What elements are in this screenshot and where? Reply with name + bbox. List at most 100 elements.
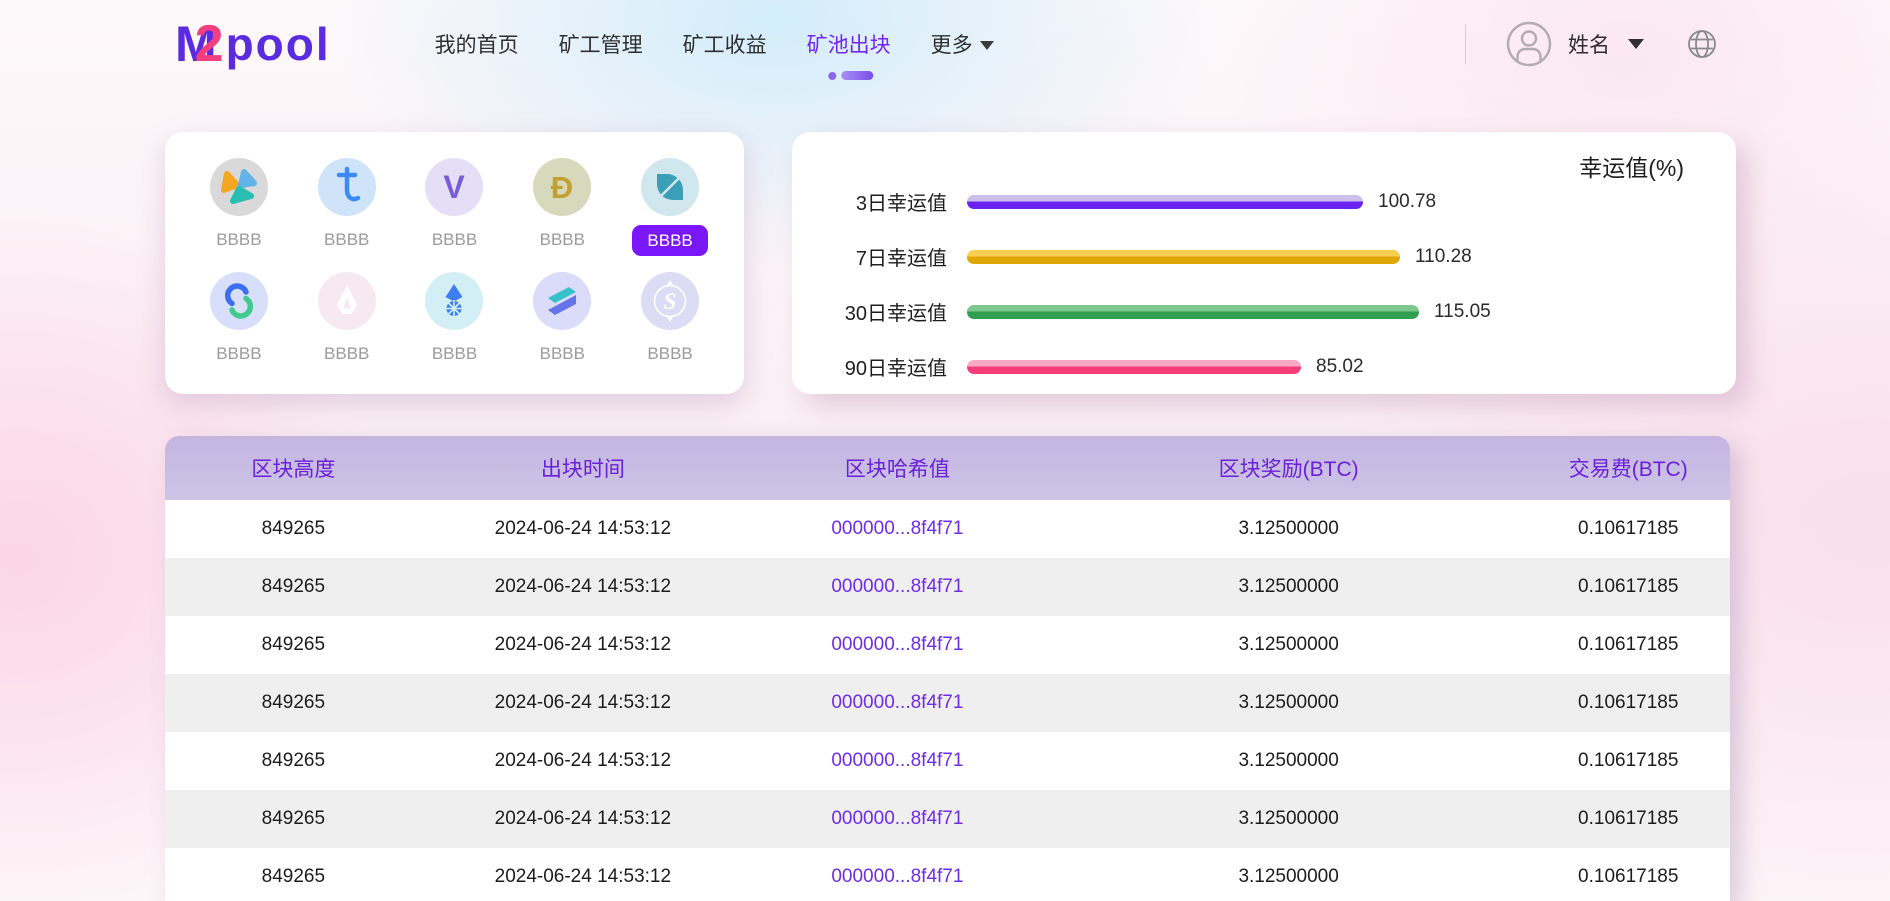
table-cell: 2024-06-24 14:53:12 bbox=[422, 576, 744, 598]
block-hash-link[interactable]: 000000...8f4f71 bbox=[744, 808, 1051, 830]
coin-item-5-selected[interactable]: BBBB bbox=[616, 158, 724, 256]
table-row: 8492652024-06-24 14:53:12000000...8f4f71… bbox=[165, 500, 1730, 558]
table-body: 8492652024-06-24 14:53:12000000...8f4f71… bbox=[165, 500, 1730, 901]
swirl-coin-icon: S bbox=[641, 272, 699, 330]
coin-item-1[interactable]: BBBB bbox=[185, 158, 293, 256]
block-hash-text[interactable]: 000000...8f4f71 bbox=[831, 866, 963, 887]
coin-label: BBBB bbox=[540, 339, 585, 368]
nav-item-5[interactable]: 更多 bbox=[931, 25, 994, 63]
luck-value-card: 幸运值(%) 3日幸运值 100.78 7日幸运值110.28 30日幸运值 115.0… bbox=[792, 132, 1736, 394]
coin-item-6[interactable]: BBBB bbox=[185, 272, 293, 368]
table-cell: 849265 bbox=[165, 634, 422, 656]
table-cell: 2024-06-24 14:53:12 bbox=[422, 808, 744, 830]
block-hash-text[interactable]: 000000...8f4f71 bbox=[831, 808, 963, 829]
nav-item-label: 更多 bbox=[931, 29, 973, 59]
luck-bar bbox=[967, 305, 1419, 319]
coin-item-8[interactable]: BBBB bbox=[401, 272, 509, 368]
page: M 2 pool 我的首页矿工管理矿工收益矿池出块更多 姓名 BBBBBBBBV… bbox=[0, 0, 1890, 901]
block-hash-link[interactable]: 000000...8f4f71 bbox=[744, 634, 1051, 656]
coin-label: BBBB bbox=[216, 225, 261, 254]
chevron-down-icon bbox=[980, 41, 994, 50]
dogecoin-coin-icon: Đ bbox=[533, 158, 591, 216]
block-hash-text[interactable]: 000000...8f4f71 bbox=[831, 634, 963, 655]
table-cell: 849265 bbox=[165, 692, 422, 714]
luck-row-2: 7日幸运值110.28 bbox=[792, 229, 1736, 284]
nav-item-label: 矿工收益 bbox=[683, 29, 767, 59]
block-hash-link[interactable]: 000000...8f4f71 bbox=[744, 750, 1051, 772]
table-header-cell: 区块哈希值 bbox=[744, 453, 1051, 483]
table-cell: 849265 bbox=[165, 750, 422, 772]
luck-bar bbox=[967, 195, 1363, 209]
table-cell: 0.10617185 bbox=[1527, 518, 1730, 540]
table-row: 8492652024-06-24 14:53:12000000...8f4f71… bbox=[165, 848, 1730, 901]
svg-text:Đ: Đ bbox=[551, 170, 573, 205]
table-cell: 2024-06-24 14:53:12 bbox=[422, 866, 744, 888]
table-cell: 2024-06-24 14:53:12 bbox=[422, 634, 744, 656]
block-hash-link[interactable]: 000000...8f4f71 bbox=[744, 692, 1051, 714]
luck-label: 90日幸运值 bbox=[792, 352, 947, 381]
table-cell: 849265 bbox=[165, 808, 422, 830]
table-row: 8492652024-06-24 14:53:12 000000...8f4f71… bbox=[165, 790, 1730, 848]
table-cell: 0.10617185 bbox=[1527, 866, 1730, 888]
table-row: 8492652024-06-24 14:53:12000000...8f4f71… bbox=[165, 732, 1730, 790]
ontology-coin-icon bbox=[641, 158, 699, 216]
luck-value: 115.05 bbox=[1434, 301, 1491, 323]
header-right-cluster: 姓名 bbox=[1465, 21, 1890, 67]
coin-item-4[interactable]: Đ BBBB bbox=[508, 158, 616, 256]
m2pool-logo[interactable]: M 2 pool bbox=[175, 14, 331, 74]
luck-label: 3日幸运值 bbox=[792, 187, 947, 216]
nav-item-3[interactable]: 矿工收益 bbox=[683, 25, 767, 63]
svg-text:V: V bbox=[444, 169, 466, 205]
nav-item-label: 矿工管理 bbox=[559, 29, 643, 59]
coin-item-3[interactable]: VBBBB bbox=[401, 158, 509, 256]
table-header-cell: 出块时间 bbox=[422, 453, 744, 483]
coin-item-10[interactable]: SBBBB bbox=[616, 272, 724, 368]
coin-grid: BBBBBBBBVBBBBĐBBBBBBBBBBBBBBBBBBBBBBBBSB… bbox=[165, 132, 744, 368]
table-cell: 3.12500000 bbox=[1051, 518, 1527, 540]
coin-item-2[interactable]: BBBB bbox=[293, 158, 401, 256]
luck-value: 100.78 bbox=[1378, 191, 1436, 213]
block-hash-text[interactable]: 000000...8f4f71 bbox=[831, 692, 963, 713]
luck-row-4: 90日幸运值 85.02 bbox=[792, 339, 1736, 394]
nav-item-label: 我的首页 bbox=[435, 29, 519, 59]
blocks-table: 区块高度出块时间区块哈希值区块奖励(BTC)交易费(BTC) 849265202… bbox=[165, 436, 1730, 901]
coin-item-9[interactable]: BBBB bbox=[508, 272, 616, 368]
user-avatar-icon[interactable] bbox=[1506, 21, 1552, 67]
luck-row-3: 30日幸运值 115.05 bbox=[792, 284, 1736, 339]
nav-item-1[interactable]: 我的首页 bbox=[435, 25, 519, 63]
table-cell: 2024-06-24 14:53:12 bbox=[422, 518, 744, 540]
table-cell: 849265 bbox=[165, 576, 422, 598]
table-cell: 3.12500000 bbox=[1051, 750, 1527, 772]
coin-item-7[interactable]: BBBB bbox=[293, 272, 401, 368]
luck-value: 110.28 bbox=[1415, 246, 1472, 268]
nav-item-2[interactable]: 矿工管理 bbox=[559, 25, 643, 63]
nav-item-label: 矿池出块 bbox=[807, 29, 891, 59]
block-hash-text[interactable]: 000000...8f4f71 bbox=[831, 518, 963, 539]
table-row: 8492652024-06-24 14:53:12 000000...8f4f71… bbox=[165, 674, 1730, 732]
user-name[interactable]: 姓名 bbox=[1568, 29, 1610, 59]
globe-icon[interactable] bbox=[1686, 28, 1718, 60]
coin-label: BBBB bbox=[324, 225, 369, 254]
luck-panel-title: 幸运值(%) bbox=[1579, 149, 1684, 183]
luck-value: 85.02 bbox=[1316, 356, 1364, 378]
block-hash-text[interactable]: 000000...8f4f71 bbox=[831, 576, 963, 597]
top-navbar: M 2 pool 我的首页 矿工管理 矿工收益 矿池出块 更多 姓名 bbox=[0, 0, 1890, 88]
table-row: 8492652024-06-24 14:53:12 000000...8f4f71… bbox=[165, 558, 1730, 616]
active-nav-indicator bbox=[828, 71, 873, 80]
user-dropdown-caret-icon[interactable] bbox=[1628, 39, 1644, 49]
table-cell: 2024-06-24 14:53:12 bbox=[422, 692, 744, 714]
nem-coin-icon bbox=[210, 158, 268, 216]
block-hash-link[interactable]: 000000...8f4f71 bbox=[744, 866, 1051, 888]
logo-part-pool: pool bbox=[226, 17, 331, 71]
tezos-coin-icon bbox=[318, 158, 376, 216]
coin-label: BBBB bbox=[432, 339, 477, 368]
decred-coin-icon bbox=[210, 272, 268, 330]
luck-label: 30日幸运值 bbox=[792, 297, 947, 326]
table-cell: 0.10617185 bbox=[1527, 808, 1730, 830]
block-hash-text[interactable]: 000000...8f4f71 bbox=[831, 750, 963, 771]
block-hash-link[interactable]: 000000...8f4f71 bbox=[744, 518, 1051, 540]
coin-label: BBBB bbox=[540, 225, 585, 254]
lisk-coin-icon bbox=[318, 272, 376, 330]
block-hash-link[interactable]: 000000...8f4f71 bbox=[744, 576, 1051, 598]
nav-item-4[interactable]: 矿池出块 bbox=[807, 25, 891, 63]
